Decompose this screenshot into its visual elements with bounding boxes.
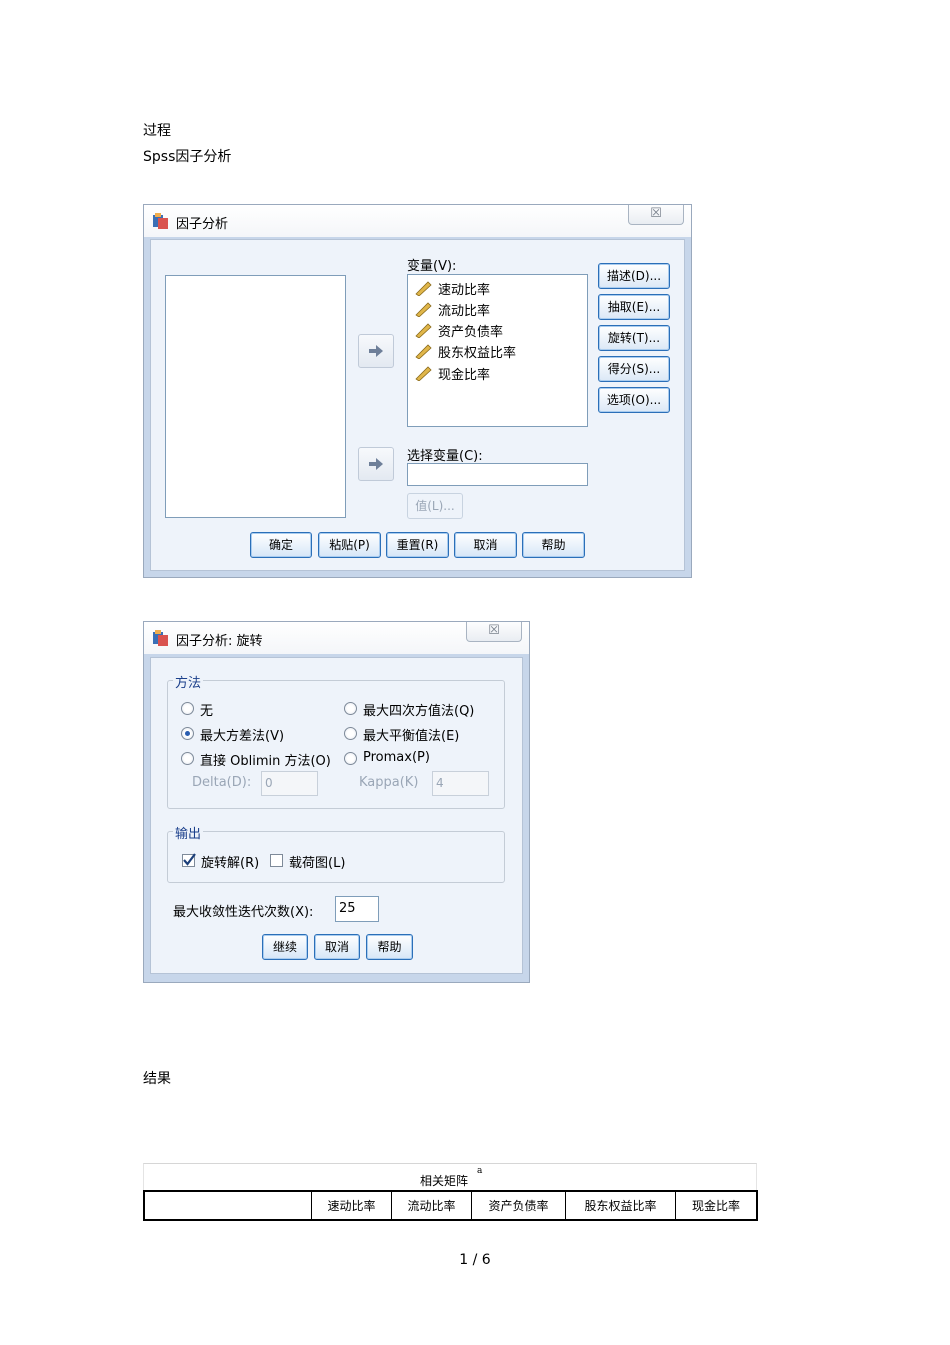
scale-variable-icon bbox=[415, 281, 432, 296]
max-iterations-input[interactable]: 25 bbox=[335, 896, 379, 922]
dialog-client-area: 变量(V): 速动比率 流动比率 资产负债率 股东权益比率 现金比率 选择变量(… bbox=[150, 239, 685, 571]
loading-plot-label: 载荷图(L) bbox=[289, 856, 346, 871]
output-legend: 输出 bbox=[173, 823, 204, 842]
extraction-button[interactable]: 抽取(E)... bbox=[598, 294, 670, 320]
heading-result: 结果 bbox=[143, 1071, 171, 1087]
radio-none-label: 无 bbox=[200, 704, 214, 719]
radio-quartimax[interactable] bbox=[344, 702, 357, 715]
options-button[interactable]: 选项(O)... bbox=[598, 387, 670, 413]
table-title: 相关矩阵 bbox=[420, 1174, 469, 1188]
radio-promax[interactable] bbox=[344, 752, 357, 765]
reset-button[interactable]: 重置(R) bbox=[386, 532, 449, 558]
kappa-input[interactable]: 4 bbox=[432, 771, 489, 796]
radio-oblimin-label: 直接 Oblimin 方法(O) bbox=[200, 754, 331, 769]
rotation-dialog: 因子分析: 旋转 ☒ 方法 无 最大四次方值法(Q) 最大方差法(V) 最大平衡… bbox=[143, 621, 530, 983]
max-iterations-label: 最大收敛性迭代次数(X): bbox=[173, 905, 314, 920]
table-header-cell: 流动比率 bbox=[392, 1192, 472, 1219]
arrow-right-icon bbox=[369, 345, 383, 357]
radio-none[interactable] bbox=[181, 702, 194, 715]
radio-varimax[interactable] bbox=[181, 727, 194, 740]
selection-variable-label: 选择变量(C): bbox=[407, 449, 483, 464]
close-button[interactable]: ☒ bbox=[628, 205, 684, 225]
radio-oblimin[interactable] bbox=[181, 752, 194, 765]
factor-analysis-dialog: 因子分析 ☒ 变量(V): 速动比率 流动比率 资产负债率 股东权益比率 现金比… bbox=[143, 204, 692, 578]
move-to-variables-button[interactable] bbox=[358, 334, 394, 368]
table-header-cell: 速动比率 bbox=[312, 1192, 392, 1219]
table-header-cell bbox=[145, 1192, 312, 1219]
radio-equamax[interactable] bbox=[344, 727, 357, 740]
kappa-label: Kappa(K) bbox=[359, 775, 419, 790]
selection-variable-field[interactable] bbox=[407, 463, 588, 486]
table-header-cell: 资产负债率 bbox=[472, 1192, 566, 1219]
dialog-title: 因子分析: 旋转 bbox=[176, 634, 263, 649]
source-variable-list[interactable] bbox=[165, 275, 346, 518]
dialog-client-area: 方法 无 最大四次方值法(Q) 最大方差法(V) 最大平衡值法(E) 直接 Ob… bbox=[150, 657, 523, 974]
scale-variable-icon bbox=[415, 344, 432, 359]
paste-button[interactable]: 粘贴(P) bbox=[318, 532, 381, 558]
heading-spss-factor-analysis: Spss因子分析 bbox=[143, 149, 232, 165]
scale-variable-icon bbox=[415, 323, 432, 338]
scores-button[interactable]: 得分(S)... bbox=[598, 356, 670, 382]
dialog-titlebar: 因子分析: 旋转 ☒ bbox=[144, 622, 529, 654]
close-button[interactable]: ☒ bbox=[466, 622, 522, 642]
scale-variable-icon bbox=[415, 366, 432, 381]
rotation-button[interactable]: 旋转(T)... bbox=[598, 325, 670, 351]
ok-button[interactable]: 确定 bbox=[250, 532, 312, 558]
rotated-solution-checkbox[interactable] bbox=[182, 853, 196, 867]
variables-list[interactable]: 速动比率 流动比率 资产负债率 股东权益比率 现金比率 bbox=[407, 274, 588, 427]
dialog-titlebar: 因子分析 ☒ bbox=[144, 205, 691, 237]
value-button[interactable]: 值(L)... bbox=[407, 493, 463, 519]
cancel-button[interactable]: 取消 bbox=[314, 934, 360, 960]
table-title-footnote-mark: a bbox=[477, 1166, 483, 1176]
help-button[interactable]: 帮助 bbox=[366, 934, 413, 960]
heading-process: 过程 bbox=[143, 123, 171, 139]
dialog-title: 因子分析 bbox=[176, 217, 229, 232]
descriptives-button[interactable]: 描述(D)... bbox=[598, 263, 670, 289]
variables-label: 变量(V): bbox=[407, 259, 457, 274]
delta-label: Delta(D): bbox=[192, 775, 252, 790]
table-header-cell: 现金比率 bbox=[691, 1199, 740, 1213]
help-button[interactable]: 帮助 bbox=[522, 532, 585, 558]
continue-button[interactable]: 继续 bbox=[262, 934, 308, 960]
delta-input[interactable]: 0 bbox=[261, 771, 318, 796]
rotated-solution-label: 旋转解(R) bbox=[201, 856, 260, 871]
spss-app-icon bbox=[153, 213, 168, 229]
table-header-cell: 股东权益比率 bbox=[566, 1192, 676, 1219]
spss-app-icon bbox=[153, 630, 168, 646]
scale-variable-icon bbox=[415, 302, 432, 317]
radio-promax-label: Promax(P) bbox=[363, 750, 430, 765]
radio-equamax-label: 最大平衡值法(E) bbox=[363, 729, 460, 744]
check-icon bbox=[183, 853, 196, 866]
arrow-right-icon bbox=[369, 458, 383, 470]
cancel-button[interactable]: 取消 bbox=[454, 532, 517, 558]
radio-quartimax-label: 最大四次方值法(Q) bbox=[363, 704, 475, 719]
page-number: 1 / 6 bbox=[459, 1252, 491, 1268]
loading-plot-checkbox[interactable] bbox=[270, 854, 283, 867]
move-to-selection-button[interactable] bbox=[358, 447, 394, 481]
radio-varimax-label: 最大方差法(V) bbox=[200, 729, 285, 744]
method-legend: 方法 bbox=[173, 672, 204, 691]
